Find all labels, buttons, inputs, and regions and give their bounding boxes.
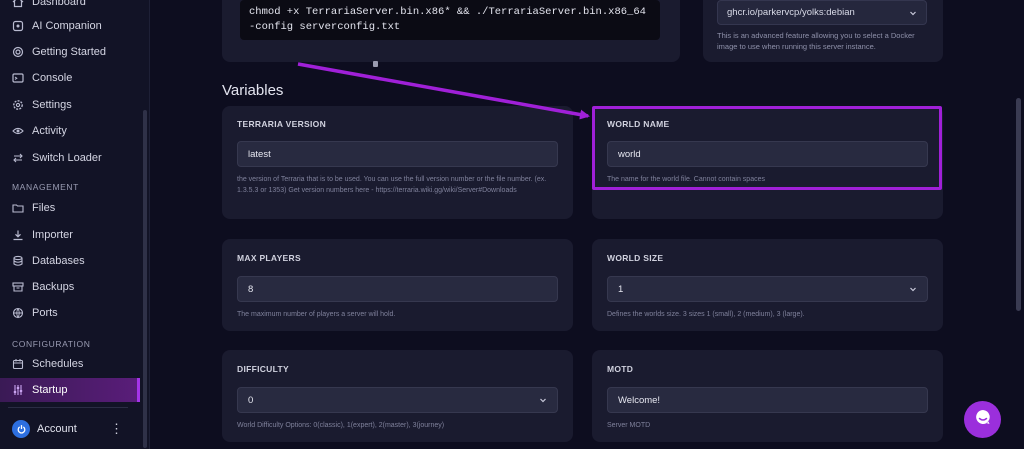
motd-input[interactable]: Welcome! — [607, 387, 928, 413]
sidebar-item-settings[interactable]: Settings — [0, 93, 140, 117]
docker-image-value: ghcr.io/parkervcp/yolks:debian — [727, 7, 855, 18]
docker-image-help: This is an advanced feature allowing you… — [717, 31, 915, 51]
sidebar-item-label: Databases — [32, 255, 85, 267]
chevron-down-icon — [909, 285, 917, 293]
variable-help: Defines the worlds size. 3 sizes 1 (smal… — [607, 311, 805, 318]
calendar-icon — [12, 358, 24, 370]
sidebar-item-schedules[interactable]: Schedules — [0, 352, 140, 376]
variable-help: World Difficulty Options: 0(classic), 1(… — [237, 422, 445, 429]
network-icon — [12, 307, 24, 319]
sidebar-divider — [8, 407, 128, 408]
sidebar-item-label: Startup — [32, 384, 68, 396]
sidebar-item-label: Activity — [32, 125, 67, 137]
sliders-icon — [12, 384, 24, 396]
lifebuoy-icon — [12, 46, 24, 58]
account-label: Account — [37, 423, 77, 435]
variable-help: the version of Terraria that is to be us… — [237, 176, 547, 194]
sidebar-item-ai-companion[interactable]: AI Companion — [0, 14, 140, 38]
variable-label: MOTD — [607, 364, 634, 374]
variables-title: Variables — [222, 82, 284, 99]
sidebar-item-console[interactable]: Console — [0, 66, 140, 90]
sidebar-item-label: Ports — [32, 307, 58, 319]
home-icon — [12, 0, 24, 8]
variable-label: WORLD SIZE — [607, 253, 664, 263]
variable-help: The maximum number of players a server w… — [237, 311, 396, 318]
world-size-select[interactable]: 1 — [607, 276, 928, 302]
annotation-highlight-box — [592, 106, 942, 190]
chat-bubble-icon — [973, 407, 993, 432]
startup-command: chmod +x TerrariaServer.bin.x86* && ./Te… — [240, 0, 660, 40]
sidebar-item-label: Getting Started — [32, 46, 106, 58]
configuration-header: CONFIGURATION — [12, 339, 91, 349]
select-value: 1 — [618, 283, 624, 295]
max-players-input[interactable]: 8 — [237, 276, 558, 302]
gear-icon — [12, 99, 24, 111]
sidebar-item-switch-loader[interactable]: Switch Loader — [0, 146, 140, 170]
download-icon — [12, 229, 24, 241]
docker-image-select[interactable]: ghcr.io/parkervcp/yolks:debian — [717, 0, 927, 25]
sidebar-item-label: Dashboard — [32, 0, 86, 8]
archive-icon — [12, 281, 24, 293]
variable-label: TERRARIA VERSION — [237, 119, 327, 129]
sidebar-item-label: Schedules — [32, 358, 84, 370]
sidebar-item-activity[interactable]: Activity — [0, 119, 140, 143]
sidebar-item-ports[interactable]: Ports — [0, 301, 140, 325]
eye-icon — [12, 125, 24, 137]
account-menu[interactable]: Account ⋮ — [12, 418, 127, 440]
select-value: 0 — [248, 394, 254, 406]
power-icon — [12, 420, 30, 438]
management-header: MANAGEMENT — [12, 182, 79, 192]
difficulty-select[interactable]: 0 — [237, 387, 558, 413]
sidebar-item-label: AI Companion — [32, 20, 102, 32]
sidebar-item-label: Switch Loader — [32, 152, 102, 164]
sidebar-item-getting-started[interactable]: Getting Started — [0, 40, 140, 64]
variable-label: MAX PLAYERS — [237, 253, 301, 263]
chat-button[interactable] — [964, 401, 1001, 438]
sidebar-item-startup[interactable]: Startup — [0, 378, 140, 402]
sidebar-item-importer[interactable]: Importer — [0, 223, 140, 247]
sidebar-item-label: Files — [32, 202, 56, 214]
variable-label: DIFFICULTY — [237, 364, 289, 374]
terraria-version-input[interactable]: latest — [237, 141, 558, 167]
terminal-icon — [12, 72, 24, 84]
kebab-menu-icon[interactable]: ⋮ — [110, 421, 123, 437]
sidebar: Dashboard AI Companion Getting Started C… — [0, 0, 150, 449]
sidebar-item-backups[interactable]: Backups — [0, 275, 140, 299]
chevron-down-icon — [909, 9, 917, 17]
swap-icon — [12, 152, 24, 164]
variable-help: Server MOTD — [607, 422, 651, 429]
database-icon — [12, 255, 24, 267]
sidebar-item-databases[interactable]: Databases — [0, 249, 140, 273]
sidebar-item-dashboard[interactable]: Dashboard — [0, 0, 140, 14]
input-value: 8 — [248, 283, 254, 295]
input-value: Welcome! — [618, 394, 661, 406]
input-value: latest — [248, 148, 271, 160]
sidebar-item-label: Settings — [32, 99, 72, 111]
sparkle-icon — [12, 20, 24, 32]
folder-icon — [12, 202, 24, 214]
sidebar-item-label: Importer — [32, 229, 73, 241]
sidebar-item-label: Console — [32, 72, 73, 84]
sidebar-item-files[interactable]: Files — [0, 196, 140, 220]
main-scrollbar[interactable] — [1016, 98, 1021, 311]
sidebar-item-label: Backups — [32, 281, 75, 293]
chevron-down-icon — [539, 396, 547, 404]
sidebar-scrollbar[interactable] — [143, 110, 147, 448]
